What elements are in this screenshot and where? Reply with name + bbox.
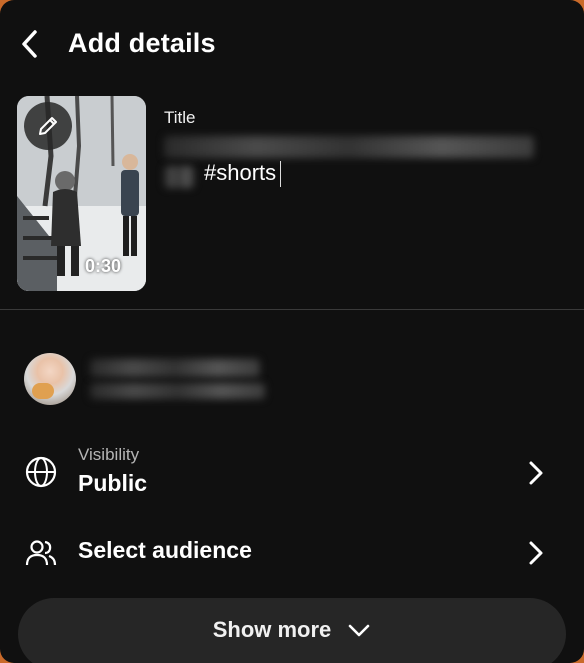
show-more-label: Show more xyxy=(212,617,332,642)
visibility-label: Visibility xyxy=(78,445,140,464)
globe-icon xyxy=(23,454,59,490)
title-label: Title xyxy=(164,108,196,127)
back-arrow-icon xyxy=(22,30,37,58)
redacted-title-text xyxy=(164,136,534,158)
visibility-value: Public xyxy=(78,470,148,496)
chevron-right-icon xyxy=(524,538,548,568)
title-input[interactable]: #shorts xyxy=(160,130,540,200)
channel-row[interactable] xyxy=(0,345,584,415)
duration-badge: 0:30 xyxy=(85,256,122,276)
audience-label: Select audience xyxy=(78,537,252,563)
chevron-right-icon xyxy=(524,458,548,488)
chevron-down-icon xyxy=(347,622,371,638)
text-cursor xyxy=(280,161,282,188)
people-icon xyxy=(23,535,59,571)
avatar xyxy=(24,353,76,405)
redacted-channel-handle xyxy=(90,383,265,399)
pencil-icon xyxy=(39,117,57,135)
title-text: #shorts xyxy=(204,160,282,188)
show-more-button[interactable]: Show more xyxy=(18,598,566,663)
page-title: Add details xyxy=(68,28,216,58)
header: Add details xyxy=(0,0,584,92)
edit-thumbnail-button[interactable] xyxy=(24,102,72,150)
redacted-channel-name xyxy=(90,359,260,377)
section-divider xyxy=(0,309,584,310)
redacted-title-text xyxy=(164,166,194,188)
add-details-screen: Add details 0:30 Title #shorts Visibilit… xyxy=(0,0,584,663)
back-button[interactable] xyxy=(14,26,46,62)
